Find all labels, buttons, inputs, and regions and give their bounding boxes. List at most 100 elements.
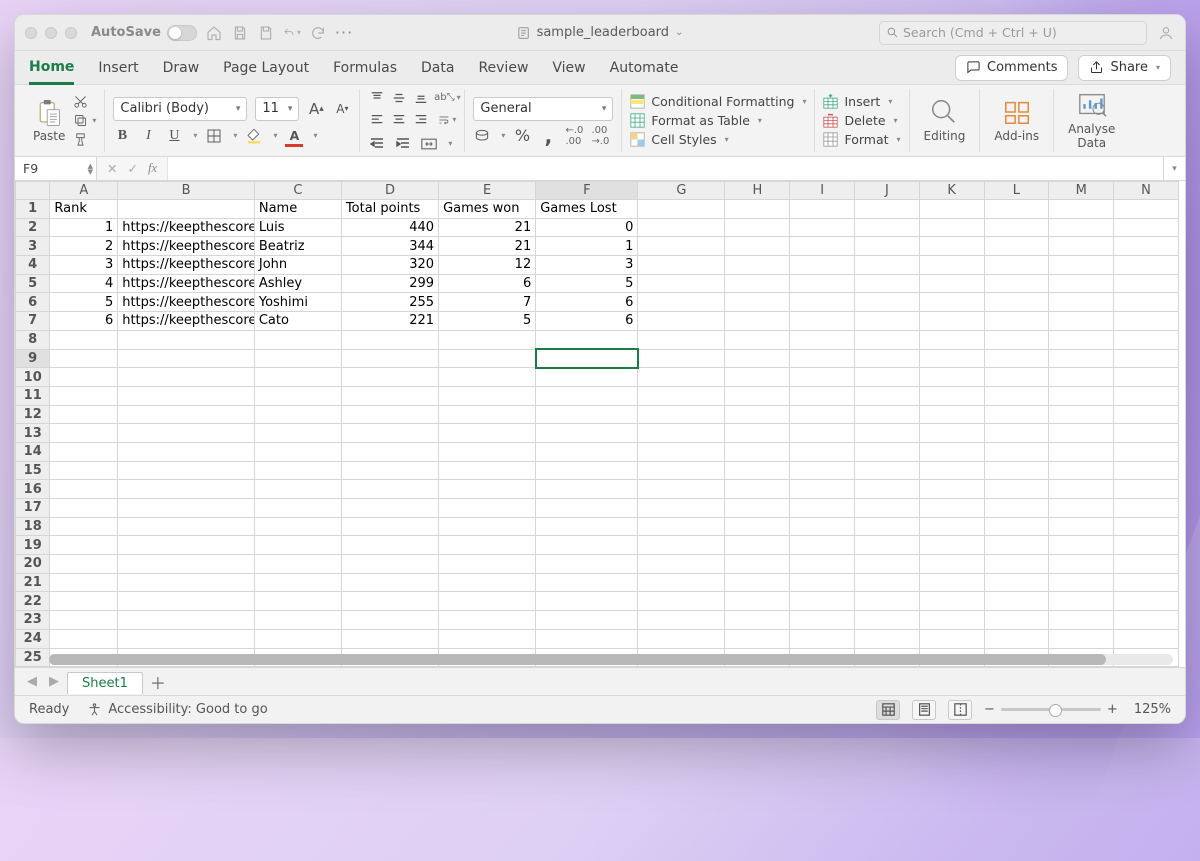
cell-M10[interactable] [1049, 368, 1114, 387]
cell-N12[interactable] [1114, 405, 1179, 424]
row-header-10[interactable]: 10 [16, 368, 50, 387]
cell-F13[interactable] [536, 424, 638, 443]
cell-I19[interactable] [790, 536, 855, 555]
cell-E23[interactable] [439, 611, 536, 630]
cell-M20[interactable] [1049, 555, 1114, 574]
cell-N11[interactable] [1114, 386, 1179, 405]
row-header-24[interactable]: 24 [16, 629, 50, 648]
cell-J10[interactable] [855, 368, 920, 387]
cell-F24[interactable] [536, 629, 638, 648]
cell-F11[interactable] [536, 386, 638, 405]
cell-N5[interactable] [1114, 274, 1179, 293]
cell-J7[interactable] [855, 312, 920, 331]
cell-B5[interactable]: https://keepthescore.co [118, 274, 255, 293]
increase-font-icon[interactable]: A▴ [307, 100, 325, 118]
cell-L23[interactable] [984, 611, 1049, 630]
cell-B1[interactable] [118, 200, 255, 219]
cell-B4[interactable]: https://keepthescore.co [118, 256, 255, 275]
cell-D6[interactable]: 255 [341, 293, 438, 312]
cell-E24[interactable] [439, 629, 536, 648]
cell-N4[interactable] [1114, 256, 1179, 275]
cell-I1[interactable] [790, 200, 855, 219]
tab-review[interactable]: Review [478, 51, 528, 84]
cell-N20[interactable] [1114, 555, 1179, 574]
tab-home[interactable]: Home [29, 52, 74, 85]
cell-F15[interactable] [536, 461, 638, 480]
comments-button[interactable]: Comments [955, 55, 1068, 81]
orientation-icon[interactable]: ab⤡▾ [438, 89, 456, 107]
cell-D8[interactable] [341, 330, 438, 349]
col-header-B[interactable]: B [118, 182, 255, 200]
cell-M7[interactable] [1049, 312, 1114, 331]
cut-button[interactable] [73, 94, 96, 109]
cell-J8[interactable] [855, 330, 920, 349]
cell-C4[interactable]: John [254, 256, 341, 275]
home-icon[interactable] [205, 24, 223, 42]
row-header-7[interactable]: 7 [16, 312, 50, 331]
cell-G15[interactable] [638, 461, 725, 480]
cell-B6[interactable]: https://keepthescore.co [118, 293, 255, 312]
row-header-3[interactable]: 3 [16, 237, 50, 256]
cell-I20[interactable] [790, 555, 855, 574]
select-all-corner[interactable] [16, 182, 50, 200]
cell-D5[interactable]: 299 [341, 274, 438, 293]
cell-C14[interactable] [254, 442, 341, 461]
col-header-J[interactable]: J [855, 182, 920, 200]
cell-J12[interactable] [855, 405, 920, 424]
cell-D22[interactable] [341, 592, 438, 611]
cell-A8[interactable] [50, 330, 118, 349]
cell-H1[interactable] [725, 200, 790, 219]
cell-J5[interactable] [855, 274, 920, 293]
bold-button[interactable]: B [113, 127, 131, 145]
cell-A23[interactable] [50, 611, 118, 630]
row-header-11[interactable]: 11 [16, 386, 50, 405]
cell-C8[interactable] [254, 330, 341, 349]
accessibility-status[interactable]: Accessibility: Good to go [87, 702, 267, 717]
cell-A20[interactable] [50, 555, 118, 574]
sheet-tab-1[interactable]: Sheet1 [67, 672, 143, 694]
cell-F17[interactable] [536, 499, 638, 518]
row-header-17[interactable]: 17 [16, 499, 50, 518]
cell-B8[interactable] [118, 330, 255, 349]
cell-H4[interactable] [725, 256, 790, 275]
cell-L17[interactable] [984, 499, 1049, 518]
merge-icon[interactable] [420, 135, 438, 153]
row-header-2[interactable]: 2 [16, 218, 50, 237]
cell-M11[interactable] [1049, 386, 1114, 405]
align-center-icon[interactable] [390, 111, 408, 129]
cell-K9[interactable] [919, 349, 984, 368]
enter-formula-icon[interactable]: ✓ [127, 161, 137, 176]
cell-K2[interactable] [919, 218, 984, 237]
cell-C11[interactable] [254, 386, 341, 405]
cell-I8[interactable] [790, 330, 855, 349]
normal-view-icon[interactable] [876, 700, 900, 720]
cell-C21[interactable] [254, 573, 341, 592]
align-right-icon[interactable] [412, 111, 430, 129]
zoom-window[interactable] [65, 27, 77, 39]
cell-L5[interactable] [984, 274, 1049, 293]
cell-D24[interactable] [341, 629, 438, 648]
cell-K10[interactable] [919, 368, 984, 387]
cell-A6[interactable]: 5 [50, 293, 118, 312]
cell-A18[interactable] [50, 517, 118, 536]
cell-I13[interactable] [790, 424, 855, 443]
cell-C6[interactable]: Yoshimi [254, 293, 341, 312]
cell-M5[interactable] [1049, 274, 1114, 293]
cell-A13[interactable] [50, 424, 118, 443]
user-icon[interactable] [1157, 24, 1175, 42]
add-sheet-button[interactable]: ＋ [147, 671, 169, 693]
cell-A5[interactable]: 4 [50, 274, 118, 293]
cell-F9[interactable] [536, 349, 638, 368]
cell-H21[interactable] [725, 573, 790, 592]
cell-C20[interactable] [254, 555, 341, 574]
cell-J24[interactable] [855, 629, 920, 648]
sheet-next-icon[interactable]: ▶ [45, 674, 63, 689]
cancel-formula-icon[interactable]: ✕ [107, 161, 117, 176]
cell-H2[interactable] [725, 218, 790, 237]
cell-G5[interactable] [638, 274, 725, 293]
conditional-formatting-button[interactable]: Conditional Formatting▾ [630, 94, 806, 109]
cell-C15[interactable] [254, 461, 341, 480]
cell-K3[interactable] [919, 237, 984, 256]
cell-G24[interactable] [638, 629, 725, 648]
cell-N8[interactable] [1114, 330, 1179, 349]
